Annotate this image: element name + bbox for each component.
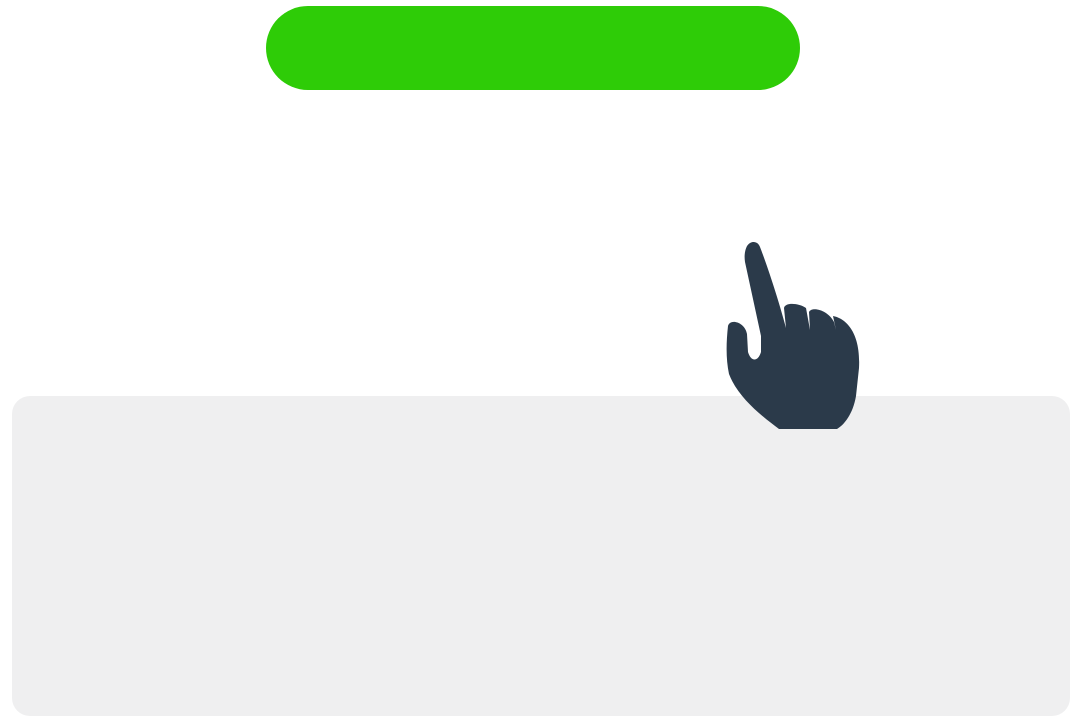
primary-action-button[interactable] xyxy=(266,6,800,90)
screen xyxy=(0,0,1080,720)
content-panel xyxy=(12,396,1070,716)
